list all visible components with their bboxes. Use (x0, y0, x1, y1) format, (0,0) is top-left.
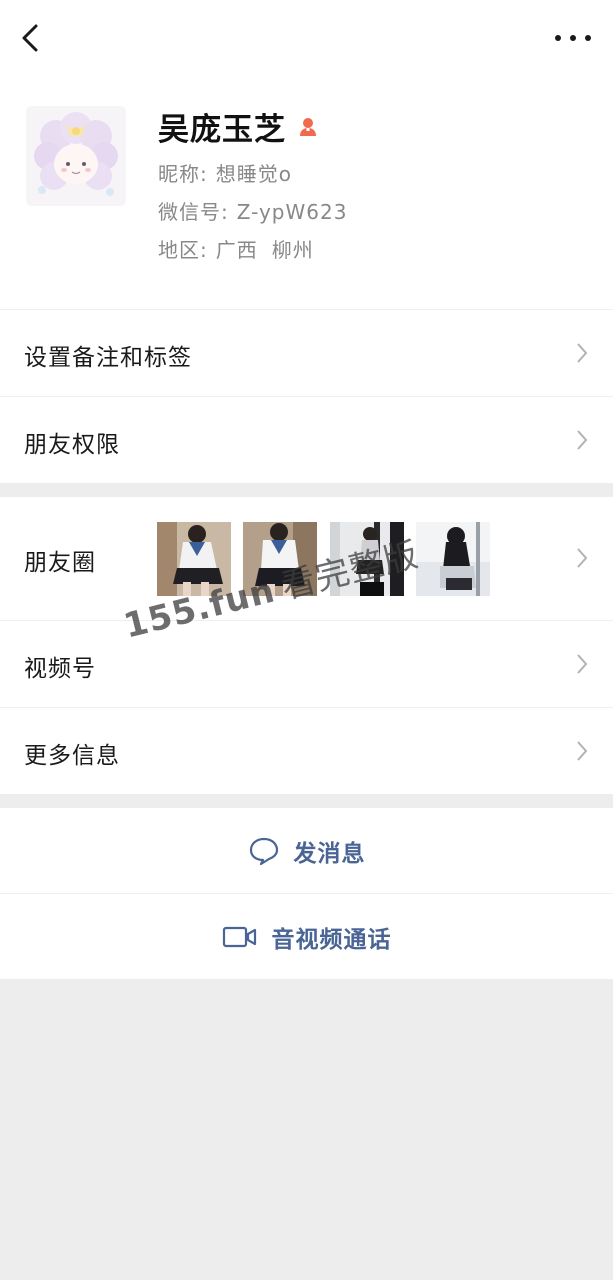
dot (570, 35, 576, 41)
female-person-icon (300, 117, 316, 136)
chevron-right-icon (577, 548, 588, 568)
send-message-content: 发消息 (248, 834, 366, 868)
video-call-content: 音视频通话 (222, 920, 392, 954)
region-label: 地区: (158, 238, 208, 262)
back-button[interactable] (14, 18, 50, 58)
dot (555, 35, 561, 41)
nickname-value: 想睡觉o (215, 162, 292, 186)
name-row: 吴庞玉芝 (158, 104, 320, 149)
chevron-right-icon (577, 741, 588, 761)
avatar[interactable] (26, 106, 126, 206)
video-camera-icon (222, 926, 256, 947)
nickname-line: 昵称: 想睡觉o (158, 158, 292, 187)
friend-permissions-row[interactable]: 朋友权限 (0, 397, 613, 483)
channels-label: 视频号 (24, 656, 96, 682)
chat-bubble-icon (249, 837, 278, 865)
chevron-right-icon (577, 430, 588, 450)
region-province: 广西 (215, 238, 258, 262)
wechat-id-label: 微信号: (158, 200, 229, 224)
send-message-button[interactable]: 发消息 (0, 808, 613, 893)
display-name: 吴庞玉芝 (158, 112, 286, 148)
wechat-id-value[interactable]: Z-ypW623 (237, 200, 348, 224)
more-info-label: 更多信息 (24, 743, 120, 769)
nickname-label: 昵称: (158, 162, 208, 186)
chevron-right-icon (577, 343, 588, 363)
moments-label: 朋友圈 (24, 550, 96, 576)
chevron-left-icon (22, 24, 38, 52)
dot (585, 35, 591, 41)
avatar-illustration (26, 106, 126, 206)
profile-card: 吴庞玉芝 昵称: 想睡觉o 微信号: Z-ypW623 地区: 广西 柳州 (0, 80, 613, 310)
nav-bar (0, 0, 613, 80)
remark-tags-row[interactable]: 设置备注和标签 (0, 310, 613, 396)
photo-image (416, 522, 490, 596)
send-message-label: 发消息 (293, 840, 366, 867)
friend-permissions-label: 朋友权限 (24, 432, 120, 458)
more-info-row[interactable]: 更多信息 (0, 708, 613, 794)
more-button[interactable] (555, 26, 591, 50)
moments-thumbnail[interactable] (416, 522, 490, 596)
region-city: 柳州 (271, 238, 314, 262)
region-line: 地区: 广西 柳州 (158, 234, 314, 263)
channels-row[interactable]: 视频号 (0, 621, 613, 707)
remark-tags-label: 设置备注和标签 (24, 345, 192, 371)
video-call-label: 音视频通话 (271, 926, 392, 953)
chevron-right-icon (577, 654, 588, 674)
video-call-button[interactable]: 音视频通话 (0, 894, 613, 979)
wechat-id-line: 微信号: Z-ypW623 (158, 196, 347, 225)
